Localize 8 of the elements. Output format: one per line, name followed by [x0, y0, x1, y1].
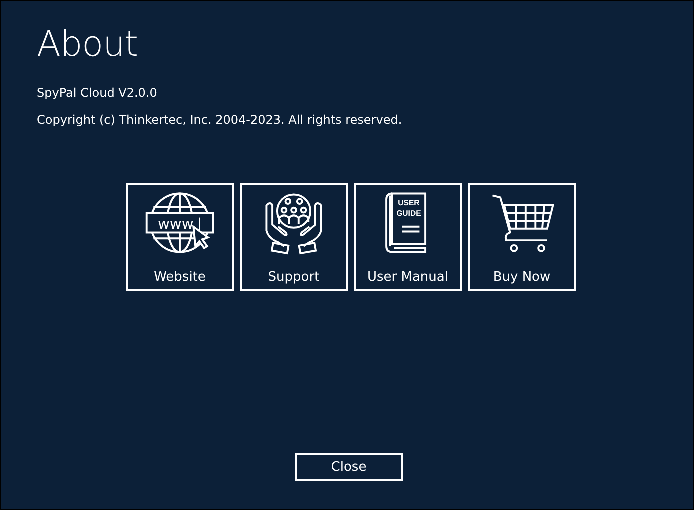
buy-tile-button[interactable]: Buy Now — [468, 183, 576, 291]
website-tile-button[interactable]: www.| Website — [126, 183, 234, 291]
manual-tile-button[interactable]: USER GUIDE User Manual — [354, 183, 462, 291]
support-tile-button[interactable]: Support — [240, 183, 348, 291]
close-button[interactable]: Close — [295, 453, 403, 481]
window-title: About — [37, 24, 138, 67]
product-version: SpyPal Cloud V2.0.0 — [37, 85, 158, 101]
copyright-text: Copyright (c) Thinkertec, Inc. 2004-2023. All rights reserved. — [37, 112, 402, 128]
